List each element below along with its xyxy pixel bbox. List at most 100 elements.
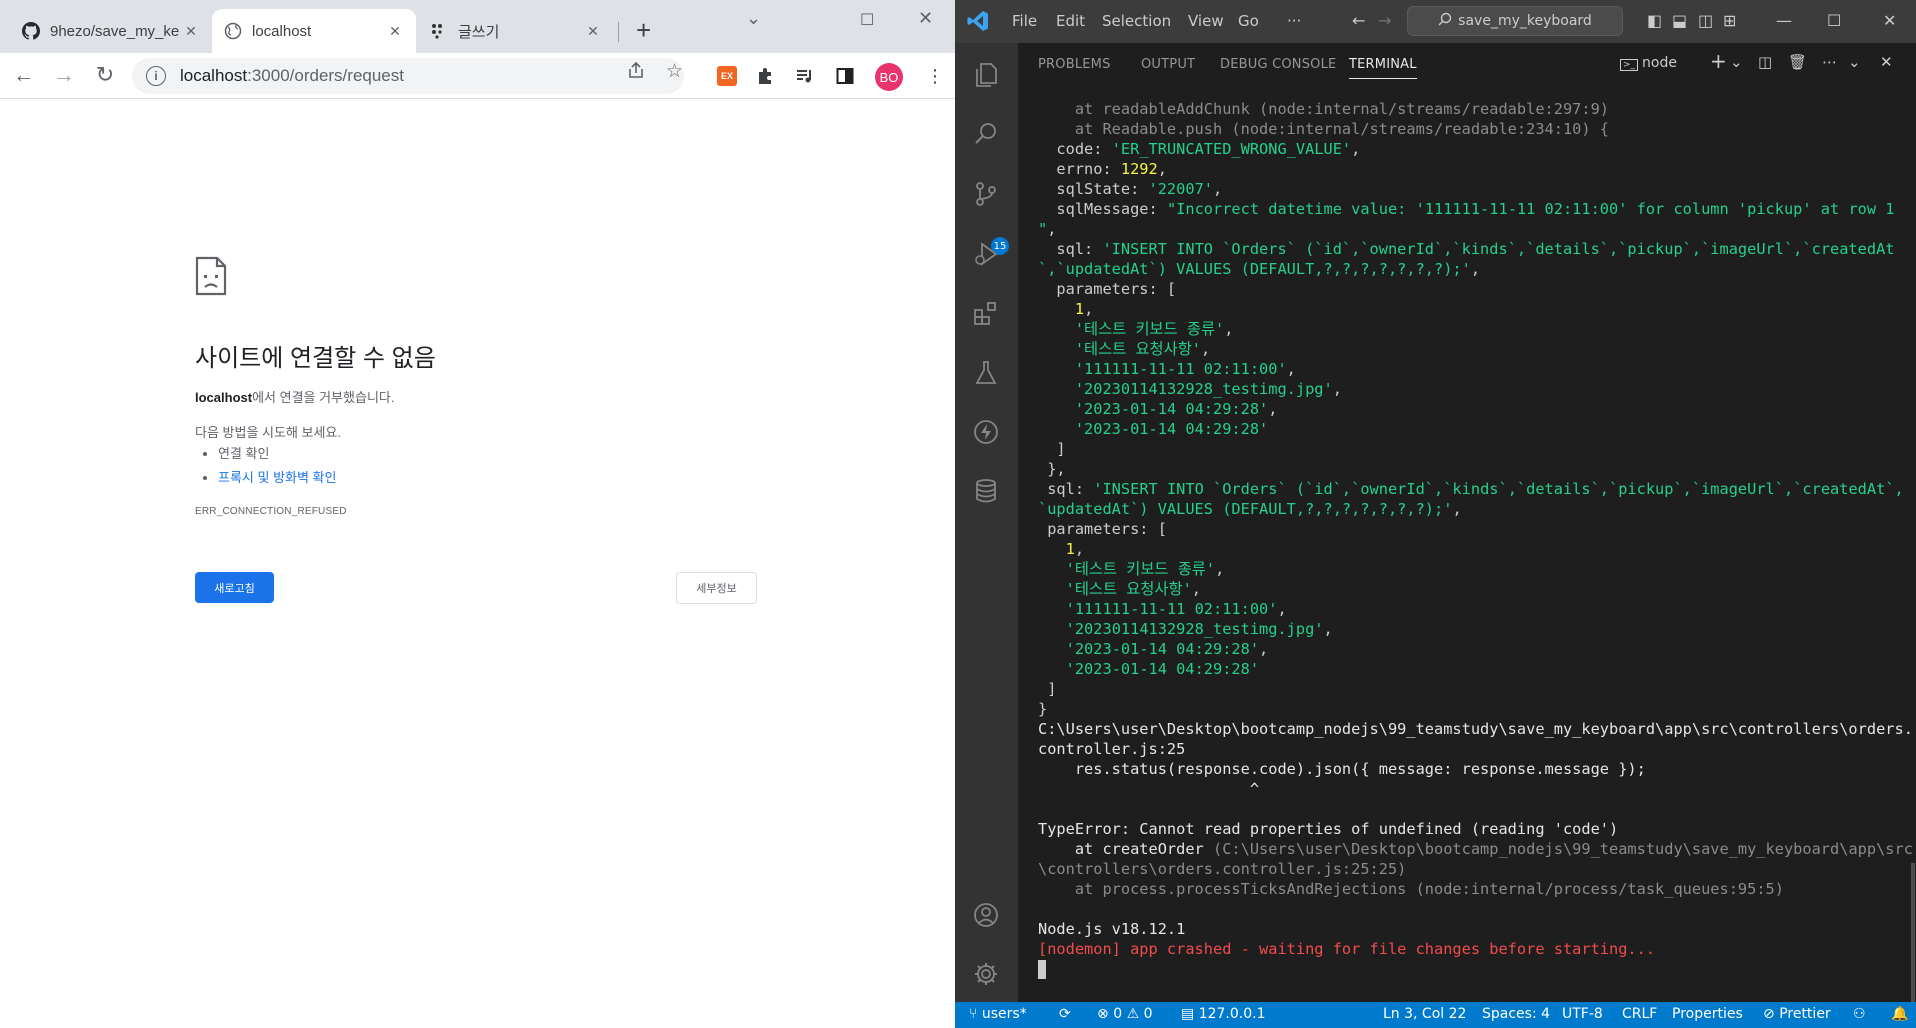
eol-status[interactable]: CRLF (1622, 1006, 1657, 1022)
cursor-position[interactable]: Ln 3, Col 22 (1383, 1006, 1466, 1022)
maximize-panel-chevron-icon[interactable]: ⌄ (1848, 53, 1861, 71)
close-window-button[interactable]: ✕ (1883, 11, 1896, 30)
tab-debug-console[interactable]: DEBUG CONSOLE (1220, 57, 1336, 72)
remote-host-status[interactable]: ▤ 127.0.0.1 (1181, 1006, 1265, 1022)
run-debug-icon[interactable] (969, 237, 1003, 271)
terminal-text: '2023-01-14 04:29:28' (1065, 660, 1260, 678)
tab-terminal[interactable]: TERMINAL (1349, 57, 1417, 79)
terminal-text: , (1201, 340, 1211, 358)
terminal-text: , (1191, 580, 1202, 598)
tab-problems[interactable]: PROBLEMS (1038, 57, 1111, 72)
sad-document-icon (195, 256, 227, 296)
side-panel-icon[interactable] (834, 65, 856, 87)
profile-avatar[interactable]: BO (875, 63, 903, 91)
terminal-text: errno: (1038, 160, 1121, 178)
address-bar[interactable]: i localhost:3000/orders/request (132, 58, 684, 94)
explorer-icon[interactable] (969, 58, 1003, 92)
suggestion-check-proxy-link[interactable]: 프록시 및 방화벽 확인 (218, 467, 336, 486)
terminal-line: }, (1038, 459, 1908, 479)
database-icon[interactable] (969, 474, 1003, 508)
terminal-scrollbar[interactable] (1911, 863, 1915, 1013)
indentation-status[interactable]: Spaces: 4 (1482, 1006, 1550, 1022)
terminal-text: C:\Users\user\Desktop\bootcamp_nodejs\99… (1038, 720, 1913, 738)
menu-file[interactable]: File (1012, 12, 1037, 30)
menu-go[interactable]: Go (1238, 12, 1259, 30)
maximize-button[interactable]: ☐ (860, 10, 874, 30)
minimize-button[interactable]: — (1776, 11, 1792, 30)
prettier-status[interactable]: ⊘ Prettier (1763, 1006, 1831, 1022)
share-icon[interactable] (626, 60, 646, 86)
ex-extension-icon[interactable]: EX (717, 66, 737, 86)
menu-edit[interactable]: Edit (1056, 12, 1085, 30)
close-icon[interactable]: ✕ (584, 23, 602, 40)
thunder-client-icon[interactable] (969, 415, 1003, 449)
terminal-line: '테스트 요청사항', (1038, 339, 1908, 359)
terminal-text: sqlState: (1038, 180, 1149, 198)
close-panel-icon[interactable]: ✕ (1880, 53, 1893, 71)
error-icon: ⊗ (1097, 1006, 1109, 1022)
extensions-icon[interactable] (969, 296, 1003, 330)
source-control-icon[interactable] (969, 177, 1003, 211)
customize-layout-icon[interactable]: ⊞ (1723, 11, 1736, 30)
command-center-search[interactable]: save_my_keyboard (1407, 6, 1623, 36)
toggle-secondary-sidebar-icon[interactable]: ◫ (1698, 11, 1713, 30)
terminal-text: `updatedAt`) VALUES (DEFAULT,?,?,?,?,?,?… (1038, 500, 1453, 518)
tab-write[interactable]: 글쓰기 ✕ (418, 9, 614, 53)
globe-icon (224, 22, 242, 40)
details-button[interactable]: 세부정보 (676, 572, 757, 604)
language-mode-status[interactable]: Properties (1672, 1006, 1743, 1022)
vscode-window: File Edit Selection View Go ··· ← → save… (955, 0, 1916, 1028)
nav-forward-icon[interactable]: → (1378, 11, 1391, 30)
close-window-button[interactable]: ✕ (918, 8, 933, 29)
terminal-text: , (1323, 620, 1333, 638)
search-icon[interactable] (969, 117, 1003, 151)
problems-status[interactable]: ⊗ 0 ⚠ 0 (1097, 1006, 1153, 1022)
menu-kebab-icon[interactable]: ⋮ (924, 65, 946, 87)
remote-host: 127.0.0.1 (1198, 1006, 1266, 1022)
trash-icon[interactable]: 🗑 (1788, 53, 1807, 71)
notifications-bell-icon[interactable]: 🔔 (1891, 1006, 1908, 1022)
close-icon[interactable]: ✕ (386, 23, 404, 40)
back-button[interactable]: ← (11, 63, 37, 87)
menu-view[interactable]: View (1188, 12, 1224, 30)
reload-page-button[interactable]: 새로고침 (195, 572, 274, 603)
encoding-status[interactable]: UTF-8 (1562, 1006, 1603, 1022)
settings-gear-icon[interactable] (969, 957, 1003, 991)
terminal-dropdown-chevron-icon[interactable]: ⌄ (1730, 53, 1743, 71)
reload-button[interactable]: ↻ (92, 63, 118, 87)
extensions-puzzle-icon[interactable] (755, 65, 777, 87)
close-icon[interactable]: ✕ (182, 23, 200, 40)
browser-window: 9hezo/save_my_ke ✕ localhost ✕ 글쓰기 ✕ + ⌄… (0, 0, 955, 1028)
testing-flask-icon[interactable] (969, 356, 1003, 390)
terminal-output[interactable]: at readableAddChunk (node:internal/strea… (1038, 99, 1913, 979)
split-terminal-icon[interactable]: ◫ (1758, 53, 1772, 71)
new-tab-button[interactable]: + (636, 16, 651, 44)
tab-search-icon[interactable]: ⌄ (746, 8, 761, 29)
terminal-text: '2023-01-14 04:29:28' (1065, 640, 1260, 658)
menu-more[interactable]: ··· (1287, 12, 1301, 30)
git-branch-status[interactable]: ⑂ users* (969, 1006, 1027, 1022)
terminal-line: `,`updatedAt`) VALUES (DEFAULT,?,?,?,?,?… (1038, 259, 1908, 279)
terminal-text: ] (1038, 440, 1066, 458)
tab-localhost[interactable]: localhost ✕ (212, 9, 416, 53)
info-icon[interactable]: i (146, 66, 166, 86)
nav-back-icon[interactable]: ← (1352, 11, 1365, 30)
menu-selection[interactable]: Selection (1102, 12, 1171, 30)
toggle-panel-icon[interactable]: ⬓ (1672, 11, 1687, 30)
more-actions-icon[interactable]: ⋯ (1822, 53, 1837, 71)
sync-icon[interactable]: ⟳ (1059, 1006, 1071, 1022)
tab-output[interactable]: OUTPUT (1141, 57, 1195, 72)
accounts-icon[interactable] (969, 898, 1003, 932)
terminal-instance[interactable]: >_ node (1620, 55, 1677, 71)
terminal-line: res.status(response.code).json({ message… (1038, 759, 1908, 779)
toggle-sidebar-icon[interactable]: ◧ (1647, 11, 1662, 30)
tab-github[interactable]: 9hezo/save_my_ke ✕ (10, 9, 212, 53)
new-terminal-plus-icon[interactable]: + (1710, 49, 1727, 73)
media-control-icon[interactable] (794, 65, 816, 87)
terminal-line: } (1038, 699, 1908, 719)
live-share-icon[interactable]: ⚇ (1853, 1006, 1866, 1022)
maximize-button[interactable]: ☐ (1827, 11, 1841, 30)
forward-button[interactable]: → (51, 63, 77, 87)
bookmark-star-icon[interactable]: ☆ (666, 60, 683, 83)
